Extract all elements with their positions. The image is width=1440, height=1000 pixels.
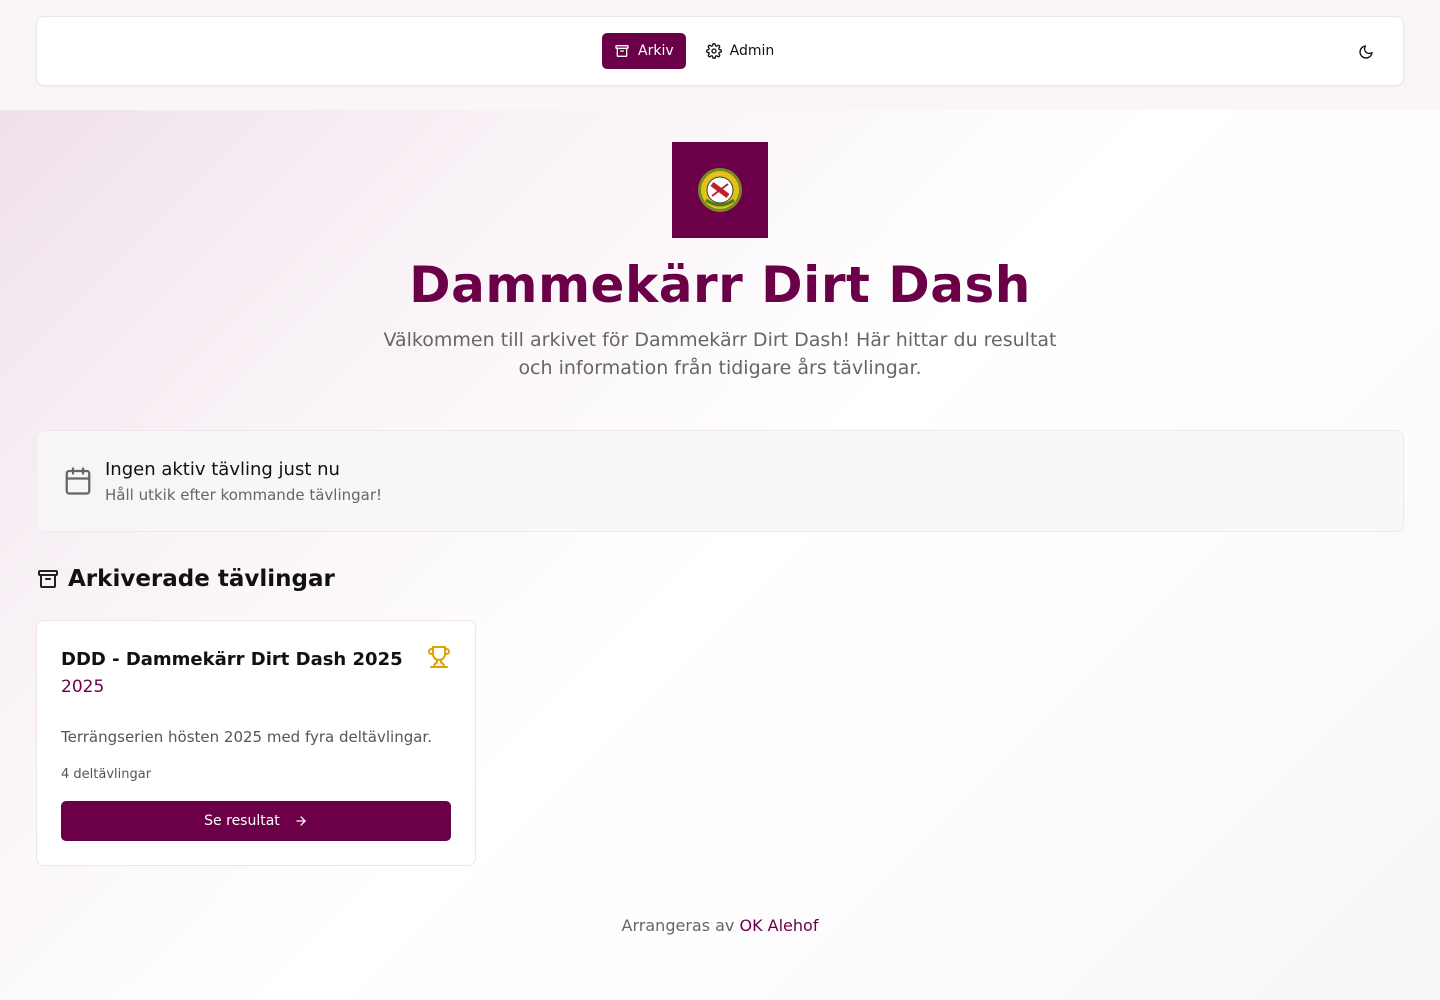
nav-item-label: Admin xyxy=(729,43,775,59)
view-results-label: Se resultat xyxy=(204,813,280,829)
trophy-icon xyxy=(428,646,450,668)
moon-icon xyxy=(1359,45,1373,59)
archive-icon xyxy=(615,45,629,57)
competition-card: DDD - Dammekärr Dirt Dash 2025 2025 Terr… xyxy=(36,620,476,866)
arrow-right-icon xyxy=(296,816,306,826)
competition-year: 2025 xyxy=(61,677,105,697)
nav-item-label: Arkiv xyxy=(638,43,674,59)
footer-prefix: Arrangeras av xyxy=(621,916,735,935)
nav-menu: Arkiv Admin xyxy=(602,33,786,69)
no-active-competition-notice: Ingen aktiv tävling just nu Håll utkik e… xyxy=(36,430,1404,532)
organizer-link[interactable]: OK Alehof xyxy=(739,916,818,935)
competition-description: Terrängserien hösten 2025 med fyra deltä… xyxy=(61,728,432,746)
theme-toggle-button[interactable] xyxy=(1355,41,1377,63)
notice-title: Ingen aktiv tävling just nu xyxy=(105,459,340,480)
archive-section-header: Arkiverade tävlingar xyxy=(36,566,335,592)
competition-stage-count: 4 deltävlingar xyxy=(61,767,152,782)
archive-heading: Arkiverade tävlingar xyxy=(68,566,335,592)
notice-subtitle: Håll utkik efter kommande tävlingar! xyxy=(105,486,383,504)
archive-icon xyxy=(38,570,58,588)
page-title: Dammekärr Dirt Dash xyxy=(409,256,1031,314)
view-results-button[interactable]: Se resultat xyxy=(61,801,451,841)
footer: Arrangeras av OK Alehof xyxy=(0,916,1440,935)
navbar: Arkiv Admin xyxy=(36,16,1404,86)
page-background xyxy=(0,110,1440,1000)
club-emblem-icon xyxy=(698,168,742,212)
club-logo xyxy=(672,142,768,238)
nav-item-arkiv[interactable]: Arkiv xyxy=(602,33,686,69)
calendar-icon xyxy=(65,467,91,495)
nav-item-admin[interactable]: Admin xyxy=(694,33,787,69)
page-subtitle: Välkommen till arkivet för Dammekärr Dir… xyxy=(383,329,1057,379)
competition-title: DDD - Dammekärr Dirt Dash 2025 xyxy=(61,649,403,670)
gear-icon xyxy=(705,43,722,59)
